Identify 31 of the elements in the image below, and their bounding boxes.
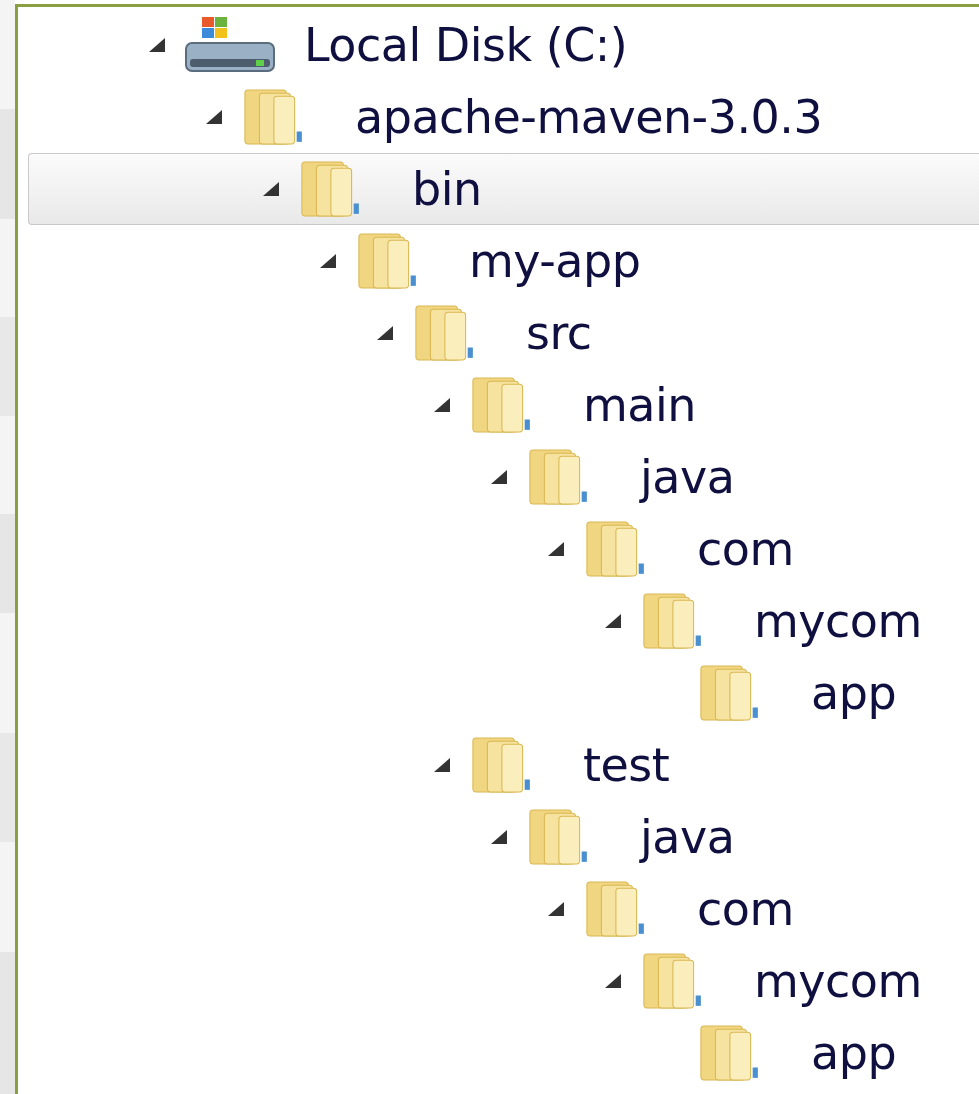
tree-item-label: com — [697, 882, 794, 936]
tree-item-label: src — [526, 306, 592, 360]
tree-item-label: app — [811, 666, 897, 720]
tree-row[interactable]: com — [28, 873, 979, 945]
tree-row[interactable]: java — [28, 441, 979, 513]
tree-row[interactable]: main — [28, 369, 979, 441]
tree-item-label: mycom — [754, 954, 922, 1008]
tree-item-label: mycom — [754, 594, 922, 648]
tree-row[interactable]: Local Disk (C:) — [28, 9, 979, 81]
tree-row[interactable]: apache-maven-3.0.3 — [28, 81, 979, 153]
tree-row[interactable]: my-app — [28, 225, 979, 297]
tree-row[interactable]: app — [28, 657, 979, 729]
tree-item-label: test — [583, 738, 670, 792]
tree-item-label: com — [697, 522, 794, 576]
tree-row[interactable]: mycom — [28, 945, 979, 1017]
hard-drive-icon — [184, 15, 276, 75]
tree-row[interactable]: app — [28, 1017, 979, 1089]
tree-row[interactable]: test — [28, 729, 979, 801]
tree-item-label: java — [640, 450, 735, 504]
tree-item-label: Local Disk (C:) — [304, 18, 628, 72]
tree-item-label: app — [811, 1026, 897, 1080]
selected-tree-row[interactable]: bin — [28, 153, 979, 225]
tree-item-label: bin — [412, 162, 482, 216]
tree-item-label: java — [640, 810, 735, 864]
tree-item-label: my-app — [469, 234, 641, 288]
tree-row[interactable]: java — [28, 801, 979, 873]
tree-row[interactable]: mycom — [28, 585, 979, 657]
tree-row[interactable]: com — [28, 513, 979, 585]
tree-item-label: apache-maven-3.0.3 — [355, 90, 823, 144]
tree-row[interactable]: src — [28, 297, 979, 369]
tree-item-label: main — [583, 378, 696, 432]
